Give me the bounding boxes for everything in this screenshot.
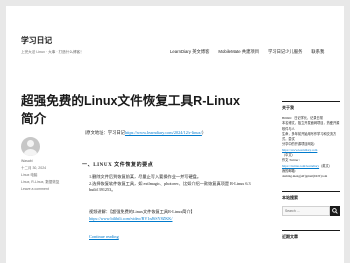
- search-icon: [332, 207, 338, 214]
- about-text: Bilibili：日记学长，记录日常 本名博文，独立开发面网项目，热爱开源软件与…: [282, 116, 340, 180]
- about-website-link[interactable]: https://www.learndiary.com: [282, 148, 317, 152]
- about-twitter-link[interactable]: https://twitter.com/learndiary: [282, 164, 319, 168]
- avatar: [21, 137, 40, 156]
- site-description: 上完大法 Linux · 大事 · 打造什么博客！: [21, 50, 84, 54]
- about-line: 生命，多年前开始用写作学习和交流方式，尝试: [282, 131, 337, 142]
- nav-item-contact[interactable]: 联系我: [311, 49, 324, 55]
- list-item: 2.选择恢复软件恢复工具，如 extlmagic、photorec、比如介绍一款…: [89, 180, 251, 193]
- nav-item-mobilemate[interactable]: MobileMate 共建项目: [218, 49, 259, 55]
- sidebar: 关于我 Bilibili：日记学长，记录日常 本名博文，独立开发面网项目，热爱开…: [282, 101, 340, 245]
- video-link[interactable]: https://www.bilibili.com/video/BV1nJ6SY8…: [89, 216, 172, 221]
- search-widget-title: 本站搜索: [282, 194, 298, 200]
- list-item: 1.删除文件后到恢复前某，尽量止写入要操作业一并写硬盘。: [89, 174, 202, 179]
- continue-reading-link[interactable]: Continue reading: [89, 234, 119, 239]
- nav-item-kids-service[interactable]: 学习日记少儿服务: [268, 49, 302, 55]
- about-line: 分享中的开源项目网站：https://www.learndiary.com: [282, 142, 318, 152]
- about-email: dashing.meng(AT)gmail(DOT)com: [282, 174, 328, 179]
- post-date[interactable]: 十二月 30, 2024: [21, 165, 76, 172]
- original-url-link[interactable]: https://www.learndiary.com/2024/12/r-lin…: [125, 130, 202, 135]
- widget-divider: [282, 101, 340, 102]
- about-widget-title: 关于我: [282, 105, 294, 110]
- widget-divider: [282, 190, 340, 192]
- nav-item-learndiary-en[interactable]: LearnDiary 英文博客: [170, 49, 209, 55]
- tags-links[interactable]: Linux, R-Linux, 数据恢复: [21, 179, 76, 186]
- site-title[interactable]: 学习日记: [21, 35, 52, 46]
- video-block: 视频讲解：【超强免费的Linux文件恢复工具R-Linux简介】 https:/…: [89, 209, 257, 222]
- post-intro: （原文地址：学习日记https://www.learndiary.com/202…: [82, 130, 257, 137]
- avatar-body-shape: [24, 149, 37, 156]
- recent-posts-title: 近期文章: [282, 233, 298, 239]
- main-nav: LearnDiary 英文博客 MobileMate 共建项目 学习日记少儿服务…: [170, 49, 324, 55]
- search-form: Search ...: [282, 205, 340, 216]
- search-button[interactable]: [330, 205, 340, 216]
- section-heading: 一、LINUX 文件恢复的要点: [82, 163, 154, 168]
- site-header: 学习日记 上完大法 Linux · 大事 · 打造什么博客！ LearnDiar…: [6, 6, 344, 76]
- about-line: 本名博文，独立开发面网项目，热爱开源软件与人: [282, 121, 340, 131]
- page: 学习日记 上完大法 Linux · 大事 · 打造什么博客！ LearnDiar…: [6, 6, 344, 263]
- video-label: 视频讲解：【超强免费的Linux文件恢复工具R-Linux简介】: [89, 209, 195, 214]
- search-input[interactable]: Search ...: [282, 205, 330, 216]
- comments-link[interactable]: Leave a comment: [21, 186, 76, 193]
- entry-meta: Wasabi 十二月 30, 2024 Linux 电脑 Linux, R-Li…: [21, 158, 76, 193]
- post-title[interactable]: 超强免费的Linux文件恢复工具R-Linux简介: [21, 92, 247, 128]
- widget-divider: [282, 229, 340, 231]
- key-points-list: 1.删除文件后到恢复前某，尽量止写入要操作业一并写硬盘。 2.选择恢复软件恢复工…: [89, 174, 257, 194]
- intro-suffix: ）: [201, 130, 207, 135]
- author-link[interactable]: Wasabi: [21, 158, 76, 165]
- intro-prefix: （原文地址：学习日记: [82, 130, 125, 135]
- avatar-head-shape: [27, 140, 34, 147]
- category-link[interactable]: Linux 电脑: [21, 172, 76, 179]
